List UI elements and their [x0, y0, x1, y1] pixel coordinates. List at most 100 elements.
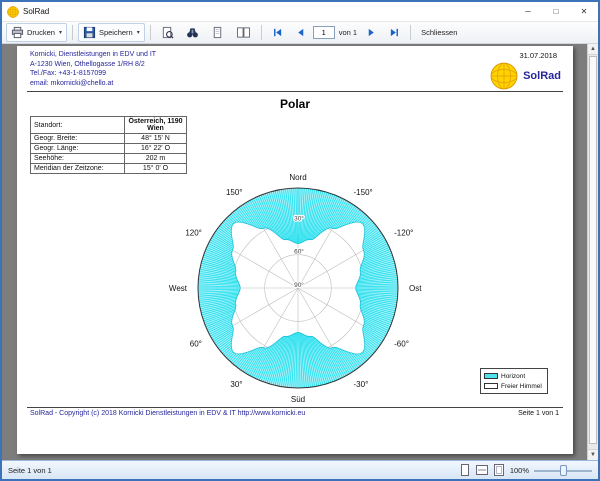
footer-page-number: Seite 1 von 1: [518, 410, 559, 417]
close-preview-button[interactable]: Schliessen: [416, 25, 462, 40]
printer-icon: [11, 26, 24, 39]
footer-copyright: SolRad - Copyright (c) 2018 Kornicki Die…: [30, 410, 305, 417]
app-sun-icon: [7, 6, 19, 18]
legend-label: Freier Himmel: [501, 383, 542, 390]
print-dropdown-arrow[interactable]: ▾: [59, 29, 62, 36]
report-header-address: Kornicki, Dienstleistungen in EDV und IT…: [30, 50, 156, 88]
one-page-view-button[interactable]: [206, 23, 229, 42]
svg-text:150°: 150°: [226, 188, 243, 197]
chart-legend: Horizont Freier Himmel: [480, 368, 548, 394]
legend-swatch-horizont: [484, 373, 498, 379]
page-setup-icon: [161, 26, 174, 39]
svg-text:60°: 60°: [190, 340, 202, 349]
next-page-icon: [366, 27, 377, 38]
next-page-button[interactable]: [361, 24, 382, 41]
header-line: Kornicki, Dienstleistungen in EDV und IT: [30, 50, 156, 60]
toolbar-separator: [72, 25, 73, 40]
fit-page-icon: [493, 464, 505, 476]
vertical-scrollbar[interactable]: ▲ ▼: [587, 44, 598, 460]
save-disk-icon: [83, 26, 96, 39]
table-value: Österreich, 1190 Wien: [125, 117, 187, 134]
polar-chart: Nord -150° -120° Ost -60° -30° Süd 30° 60° West 12…: [148, 138, 448, 438]
svg-text:30°: 30°: [294, 214, 304, 222]
page-count-label: von 1: [339, 28, 357, 37]
svg-text:West: West: [169, 284, 188, 293]
footer-divider: [27, 407, 563, 408]
legend-item-horizont: Horizont: [484, 371, 544, 381]
single-page-view-toggle[interactable]: [459, 464, 471, 476]
fit-page-view-toggle[interactable]: [493, 464, 505, 476]
header-line: Tel./Fax: +43-1-8157099: [30, 69, 156, 79]
svg-text:30°: 30°: [230, 380, 242, 389]
title-bar[interactable]: SolRad ─ □ ✕: [2, 2, 598, 22]
fit-width-icon: [476, 464, 488, 476]
svg-text:-60°: -60°: [394, 340, 409, 349]
report-page: Kornicki, Dienstleistungen in EDV und IT…: [17, 46, 573, 454]
legend-label: Horizont: [501, 373, 525, 380]
print-button-label: Drucken: [27, 28, 55, 37]
maximize-button[interactable]: □: [542, 2, 570, 21]
svg-text:60°: 60°: [294, 248, 304, 256]
legend-item-freier-himmel: Freier Himmel: [484, 381, 544, 391]
svg-text:Nord: Nord: [289, 173, 306, 182]
preview-area: Kornicki, Dienstleistungen in EDV und IT…: [2, 44, 598, 460]
first-page-icon: [272, 27, 283, 38]
report-title: Polar: [17, 97, 573, 111]
toolbar-separator: [261, 25, 262, 40]
table-label: Meridian der Zeitzone:: [31, 164, 125, 174]
two-pages-icon: [236, 26, 251, 39]
toolbar-separator: [150, 25, 151, 40]
scroll-down-icon[interactable]: ▼: [588, 449, 598, 460]
header-line: A-1230 Wien, Othellogasse 1/RH 8/2: [30, 60, 156, 70]
toolbar-separator: [410, 25, 411, 40]
table-row: Standort: Österreich, 1190 Wien: [31, 117, 187, 134]
status-page-info: Seite 1 von 1: [8, 466, 52, 475]
svg-text:-120°: -120°: [394, 229, 413, 238]
page-number-input[interactable]: [313, 26, 335, 39]
save-button-label: Speichern: [99, 28, 133, 37]
table-label: Geogr. Länge:: [31, 144, 125, 154]
svg-text:Süd: Süd: [291, 395, 305, 404]
header-divider: [27, 91, 563, 92]
last-page-icon: [389, 27, 400, 38]
legend-swatch-freier-himmel: [484, 383, 498, 389]
last-page-button[interactable]: [384, 24, 405, 41]
print-button[interactable]: Drucken ▾: [6, 23, 67, 42]
zoom-slider[interactable]: [534, 464, 592, 477]
close-button[interactable]: ✕: [570, 2, 598, 21]
table-label: Seehöhe:: [31, 154, 125, 164]
fit-width-view-toggle[interactable]: [476, 464, 488, 476]
previous-page-icon: [295, 27, 306, 38]
table-label: Standort:: [31, 117, 125, 134]
save-button[interactable]: Speichern ▾: [78, 23, 145, 42]
svg-text:-30°: -30°: [354, 380, 369, 389]
scrollbar-thumb[interactable]: [589, 56, 597, 444]
save-dropdown-arrow[interactable]: ▾: [137, 29, 140, 36]
minimize-button[interactable]: ─: [514, 2, 542, 21]
preview-toolbar: Drucken ▾ Speichern ▾: [2, 22, 598, 44]
single-page-icon: [211, 26, 224, 39]
multi-page-view-button[interactable]: [231, 23, 256, 42]
svg-text:120°: 120°: [185, 229, 202, 238]
find-button[interactable]: [181, 23, 204, 42]
svg-text:Ost: Ost: [409, 284, 422, 293]
brand-name: SolRad: [523, 70, 561, 82]
brand-logo-row: SolRad: [490, 62, 561, 90]
window-title: SolRad: [23, 7, 514, 16]
svg-text:90°: 90°: [294, 281, 304, 289]
table-label: Geogr. Breite:: [31, 134, 125, 144]
first-page-button[interactable]: [267, 24, 288, 41]
single-page-icon: [460, 464, 470, 476]
svg-text:-150°: -150°: [354, 188, 373, 197]
page-setup-button[interactable]: [156, 23, 179, 42]
app-window: SolRad ─ □ ✕ Drucken ▾ Speichern ▾: [0, 0, 600, 481]
binoculars-icon: [186, 26, 199, 39]
zoom-level-label: 100%: [510, 466, 529, 475]
scroll-up-icon[interactable]: ▲: [588, 44, 598, 55]
sun-logo-icon: [490, 62, 518, 90]
report-date: 31.07.2018: [519, 51, 557, 60]
status-bar: Seite 1 von 1 100%: [2, 460, 598, 479]
close-preview-label: Schliessen: [421, 28, 457, 37]
previous-page-button[interactable]: [290, 24, 311, 41]
zoom-slider-thumb[interactable]: [560, 465, 567, 476]
